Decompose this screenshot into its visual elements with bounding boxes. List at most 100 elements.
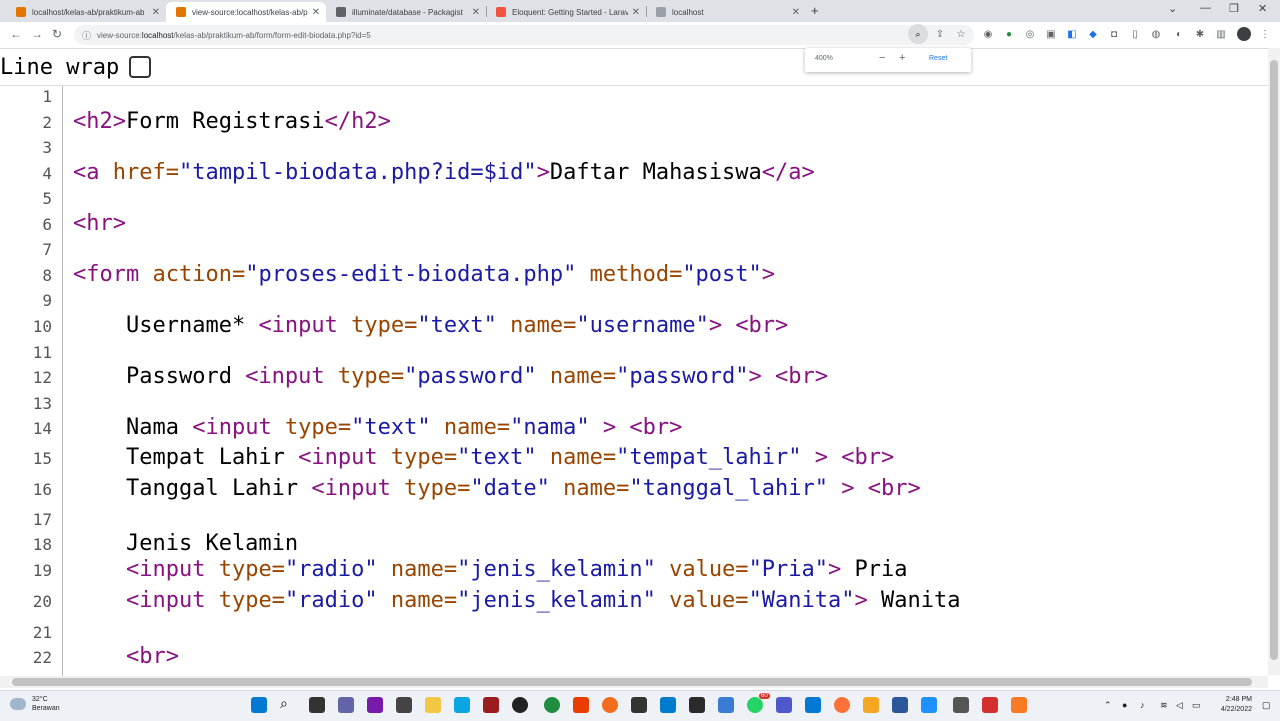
tab-search-chevron-icon[interactable]: ⌄	[1168, 2, 1177, 15]
code-token: type=	[390, 445, 458, 470]
close-icon[interactable]: ✕	[472, 7, 480, 18]
info-icon[interactable]: ⓘ	[82, 29, 91, 42]
chrome-icon[interactable]	[544, 697, 560, 713]
new-tab-icon[interactable]: +	[811, 3, 819, 18]
code-token: Username*	[73, 313, 259, 338]
search-icon[interactable]: ⌕	[280, 695, 296, 711]
app-icon[interactable]	[631, 697, 647, 713]
zoom-out-icon[interactable]: −	[879, 52, 885, 64]
close-icon[interactable]: ✕	[152, 7, 160, 18]
source-code: Jenis Kelamin	[73, 531, 298, 556]
code-token: type=	[337, 364, 405, 389]
extension-icon[interactable]: ●	[1003, 28, 1015, 40]
app-icon[interactable]	[483, 697, 499, 713]
tab-localhost[interactable]: localhost ✕	[646, 2, 806, 22]
mail-icon[interactable]	[454, 697, 470, 713]
weather-widget[interactable]: 32°C Berawan	[10, 695, 60, 713]
onenote-icon[interactable]	[367, 697, 383, 713]
vertical-scrollbar[interactable]	[1268, 48, 1280, 675]
extension-icon[interactable]: ▯	[1129, 28, 1141, 40]
photos-icon[interactable]	[718, 697, 734, 713]
notifications-icon[interactable]: ▢	[1262, 700, 1271, 711]
office-icon[interactable]	[573, 697, 589, 713]
code-token: <br>	[867, 476, 921, 501]
tab-view-source[interactable]: view-source:localhost/kelas-ab/p ✕	[166, 2, 326, 22]
code-token: "date"	[470, 476, 550, 501]
scrollbar-thumb[interactable]	[12, 678, 1252, 686]
zoom-magnifier-icon[interactable]: ⌕	[908, 24, 928, 44]
extension-icon[interactable]: ◉	[982, 28, 994, 40]
close-icon[interactable]: ✕	[312, 7, 320, 18]
code-token: name=	[510, 313, 577, 338]
horizontal-scrollbar[interactable]	[0, 676, 1268, 688]
close-icon[interactable]: ✕	[632, 7, 640, 18]
source-line: 18 Jenis Kelamin	[0, 531, 1268, 556]
zoom-in-icon[interactable]: +	[899, 52, 905, 64]
teams-icon[interactable]	[776, 697, 792, 713]
wifi-icon[interactable]: ≋	[1160, 700, 1168, 711]
extension-icon[interactable]: ◆	[1087, 28, 1099, 40]
extension-icon[interactable]: ◍	[1150, 28, 1162, 40]
extension-icon[interactable]: ◎	[1024, 28, 1036, 40]
app-icon[interactable]	[805, 697, 821, 713]
windows-start-icon[interactable]	[251, 697, 267, 713]
word-icon[interactable]	[892, 697, 908, 713]
task-view-icon[interactable]	[309, 697, 325, 713]
address-bar[interactable]: ⓘ view-source:localhost/kelas-ab/praktik…	[74, 25, 974, 45]
bookmark-star-icon[interactable]: ☆	[955, 28, 967, 40]
extension-icon[interactable]: ◘	[1108, 28, 1120, 40]
line-wrap-checkbox[interactable]	[129, 56, 152, 78]
whatsapp-icon[interactable]	[747, 697, 763, 713]
forward-arrow-icon[interactable]: →	[31, 27, 43, 41]
side-panel-icon[interactable]: ▥	[1215, 28, 1227, 40]
file-explorer-icon[interactable]	[425, 697, 441, 713]
code-token: <input	[245, 364, 338, 389]
tray-chevron-icon[interactable]: ⌃	[1104, 700, 1112, 711]
terminal-icon[interactable]	[689, 697, 705, 713]
obs-icon[interactable]	[512, 697, 528, 713]
profile-avatar[interactable]	[1237, 27, 1251, 41]
volume-icon[interactable]: ◁	[1176, 700, 1183, 711]
app-icon[interactable]	[396, 697, 412, 713]
source-line: 14 Nama <input type="text" name="nama" >…	[0, 415, 1268, 440]
app-icon[interactable]	[602, 697, 618, 713]
tab-praktikum[interactable]: localhost/kelas-ab/praktikum-ab ✕	[6, 2, 166, 22]
scrollbar-thumb[interactable]	[1270, 60, 1278, 660]
maximize-icon[interactable]: ❐	[1229, 2, 1239, 15]
extension-icon[interactable]: ◧	[1066, 28, 1078, 40]
back-arrow-icon[interactable]: ←	[10, 27, 22, 41]
firefox-icon[interactable]	[834, 697, 850, 713]
tray-app-icon[interactable]: ●	[1122, 700, 1127, 710]
source-code: Tempat Lahir <input type="text" name="te…	[73, 445, 894, 470]
share-icon[interactable]: ⇪	[934, 28, 946, 40]
vscode-icon[interactable]	[660, 697, 676, 713]
window-close-icon[interactable]: ✕	[1258, 2, 1267, 15]
system-clock[interactable]: 2:48 PM 4/22/2022	[1210, 695, 1252, 715]
puzzle-extensions-icon[interactable]: ✱	[1194, 28, 1206, 40]
minimize-icon[interactable]: —	[1200, 2, 1211, 14]
acrobat-icon[interactable]	[982, 697, 998, 713]
tab-eloquent[interactable]: Eloquent: Getting Started - Larav ✕	[486, 2, 646, 22]
battery-icon[interactable]: ▭	[1192, 700, 1201, 711]
app-icon[interactable]	[863, 697, 879, 713]
code-token: "tanggal_lahir"	[629, 476, 829, 501]
reload-icon[interactable]: ↻	[52, 27, 62, 41]
line-number: 8	[42, 266, 52, 285]
code-token: >	[748, 364, 762, 389]
close-icon[interactable]: ✕	[792, 7, 800, 18]
zoom-reset-button[interactable]: Reset	[929, 55, 947, 62]
xampp-icon[interactable]	[1011, 697, 1027, 713]
chat-icon[interactable]	[338, 697, 354, 713]
code-token: name=	[563, 476, 630, 501]
extension-icon[interactable]: ◐	[1173, 28, 1185, 40]
tab-packagist[interactable]: illuminate/database - Packagist ✕	[326, 2, 486, 22]
microphone-icon[interactable]: ♪	[1140, 700, 1145, 710]
source-line: 8 <form action="proses-edit-biodata.php" …	[0, 262, 1268, 287]
extension-icon[interactable]: ▣	[1045, 28, 1057, 40]
app-icon[interactable]	[921, 697, 937, 713]
menu-kebab-icon[interactable]: ⋮	[1259, 28, 1271, 40]
app-icon[interactable]	[953, 697, 969, 713]
cloudy-weather-icon	[10, 698, 26, 710]
